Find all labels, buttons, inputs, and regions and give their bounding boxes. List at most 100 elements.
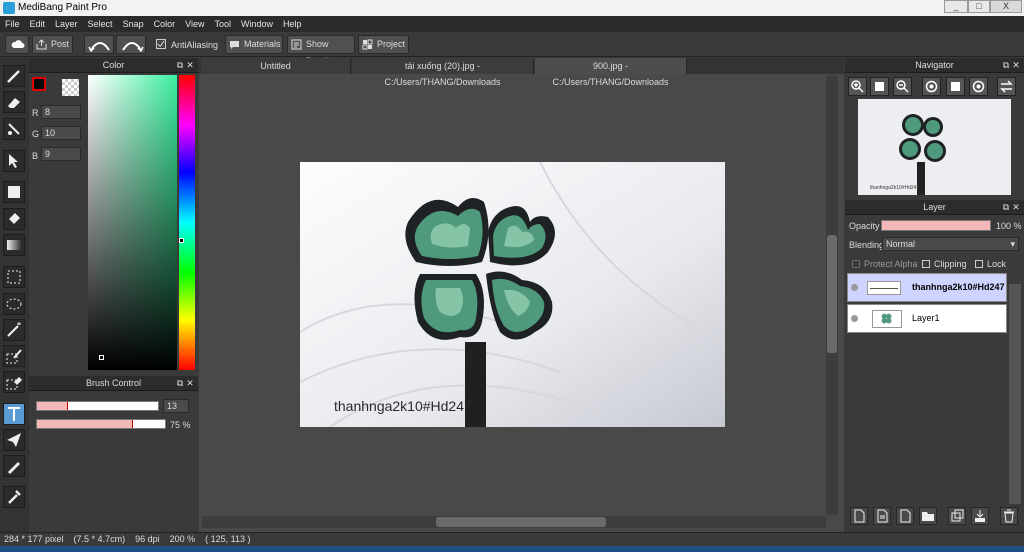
tool-column <box>0 58 29 532</box>
brush-opacity-slider[interactable] <box>36 419 166 429</box>
lock-checkbox[interactable] <box>975 260 983 268</box>
menu-layer[interactable]: Layer <box>50 16 83 32</box>
hue-slider[interactable] <box>179 75 195 370</box>
status-image-size: 284 * 177 pixel <box>4 534 64 544</box>
g-value-field[interactable]: 10 <box>41 126 81 140</box>
select-rect-tool[interactable] <box>3 266 25 288</box>
menu-window[interactable]: Window <box>236 16 278 32</box>
duplicate-layer-button[interactable] <box>948 507 966 525</box>
close-icon[interactable]: ✕ <box>186 379 194 388</box>
gradient-tool[interactable] <box>3 234 25 256</box>
close-icon[interactable]: ✕ <box>186 61 194 70</box>
horizontal-scrollbar[interactable] <box>202 516 826 528</box>
divide-tool[interactable] <box>3 455 25 477</box>
eraser-tool[interactable] <box>3 91 25 113</box>
protect-alpha-checkbox[interactable] <box>852 260 860 268</box>
rotate-left-button[interactable] <box>922 77 941 96</box>
eyedropper-tool[interactable] <box>3 486 25 508</box>
flip-arrows-icon <box>1000 80 1013 93</box>
status-zoom: 200 % <box>169 534 196 544</box>
layer-opacity-slider[interactable] <box>881 220 991 231</box>
maximize-button[interactable]: □ <box>968 0 990 13</box>
undock-icon[interactable]: ⧉ <box>176 379 184 388</box>
project-button[interactable]: Project <box>358 35 409 54</box>
close-icon[interactable]: ✕ <box>1012 203 1020 212</box>
fit-button[interactable] <box>870 77 889 96</box>
zoom-in-button[interactable] <box>848 77 867 96</box>
new-8bit-layer-button[interactable] <box>896 507 914 525</box>
lasso-tool[interactable] <box>3 293 25 315</box>
clipping-checkbox[interactable] <box>922 260 930 268</box>
eye-icon[interactable] <box>851 284 858 291</box>
layer-scrollbar[interactable] <box>1009 284 1021 504</box>
rotate-right-button[interactable] <box>969 77 988 96</box>
flip-button[interactable] <box>997 77 1016 96</box>
blending-select[interactable]: Normal ▾ <box>882 237 1019 251</box>
cloud-button[interactable] <box>5 35 29 54</box>
vertical-scrollbar[interactable] <box>826 75 838 515</box>
undock-icon[interactable]: ⧉ <box>1002 61 1010 70</box>
minimize-button[interactable]: _ <box>944 0 968 13</box>
dot-tool[interactable] <box>3 118 25 140</box>
primary-color-swatch[interactable] <box>32 77 46 91</box>
tab-900-jpg[interactable]: 900.jpg - C:/Users/THANG/Downloads <box>535 58 687 87</box>
undo-button[interactable] <box>84 35 114 54</box>
close-button[interactable]: X <box>990 0 1022 13</box>
brush-size-slider[interactable] <box>36 401 159 411</box>
menu-tool[interactable]: Tool <box>209 16 236 32</box>
operation-tool[interactable] <box>3 429 25 451</box>
brush-size-value[interactable]: 13 <box>163 399 189 413</box>
undock-icon[interactable]: ⧉ <box>1002 203 1010 212</box>
page-icon <box>900 509 911 523</box>
close-icon[interactable]: ✕ <box>1012 61 1020 70</box>
saturation-value-picker[interactable] <box>88 75 177 370</box>
menu-select[interactable]: Select <box>83 16 118 32</box>
undock-icon[interactable]: ⧉ <box>176 61 184 70</box>
new-layer-button[interactable] <box>850 507 868 525</box>
hue-slider-handle[interactable] <box>179 238 184 243</box>
select-eraser-tool[interactable] <box>3 371 25 393</box>
post-button[interactable]: Post <box>32 35 73 54</box>
layer-row[interactable]: Layer1 <box>847 304 1007 333</box>
brush-tool[interactable] <box>3 65 25 87</box>
square-icon <box>875 82 884 91</box>
new-folder-button[interactable] <box>919 507 937 525</box>
redo-icon <box>122 42 144 52</box>
magic-wand-tool[interactable] <box>3 319 25 341</box>
vertical-scroll-thumb[interactable] <box>827 235 837 353</box>
b-value-field[interactable]: 9 <box>41 147 81 161</box>
transparent-color-swatch[interactable] <box>62 79 79 96</box>
navigator-panel: Navigator ⧉ ✕ thanhnga2k10#Hd247 <box>845 58 1024 198</box>
blending-value: Normal <box>886 239 916 249</box>
merge-down-button[interactable] <box>971 507 989 525</box>
drawing-canvas[interactable]: thanhnga2k10#Hd247 <box>300 162 725 427</box>
tab-tai-xuong[interactable]: tải xuống (20).jpg - C:/Users/THANG/Down… <box>352 58 534 87</box>
menu-help[interactable]: Help <box>278 16 307 32</box>
eye-icon[interactable] <box>851 315 858 322</box>
move-tool[interactable] <box>3 150 25 172</box>
menu-file[interactable]: File <box>0 16 25 32</box>
fill-rect-tool[interactable] <box>3 181 25 203</box>
materials-button[interactable]: Materials <box>225 35 283 54</box>
text-tool[interactable] <box>3 403 25 425</box>
tab-untitled[interactable]: Untitled <box>201 58 351 74</box>
menu-color[interactable]: Color <box>149 16 181 32</box>
navigator-preview[interactable]: thanhnga2k10#Hd247 <box>858 99 1011 195</box>
layer-row[interactable]: thanhnga2k10#Hd247 <box>847 273 1007 302</box>
new-halftone-layer-button[interactable] <box>873 507 891 525</box>
r-value-field[interactable]: 8 <box>41 105 81 119</box>
zoom-out-button[interactable] <box>893 77 912 96</box>
menu-view[interactable]: View <box>180 16 209 32</box>
menu-snap[interactable]: Snap <box>118 16 149 32</box>
horizontal-scroll-thumb[interactable] <box>436 517 606 527</box>
cloud-icon <box>11 40 25 48</box>
bucket-tool[interactable] <box>3 208 25 230</box>
antialiasing-checkbox[interactable] <box>156 39 166 49</box>
redo-button[interactable] <box>116 35 146 54</box>
menu-edit[interactable]: Edit <box>25 16 51 32</box>
reset-rotation-button[interactable] <box>946 77 965 96</box>
delete-layer-button[interactable] <box>1000 507 1018 525</box>
select-pen-tool[interactable] <box>3 345 25 367</box>
show-detail-button[interactable]: Show Detail <box>287 35 355 66</box>
check-icon <box>157 40 165 48</box>
